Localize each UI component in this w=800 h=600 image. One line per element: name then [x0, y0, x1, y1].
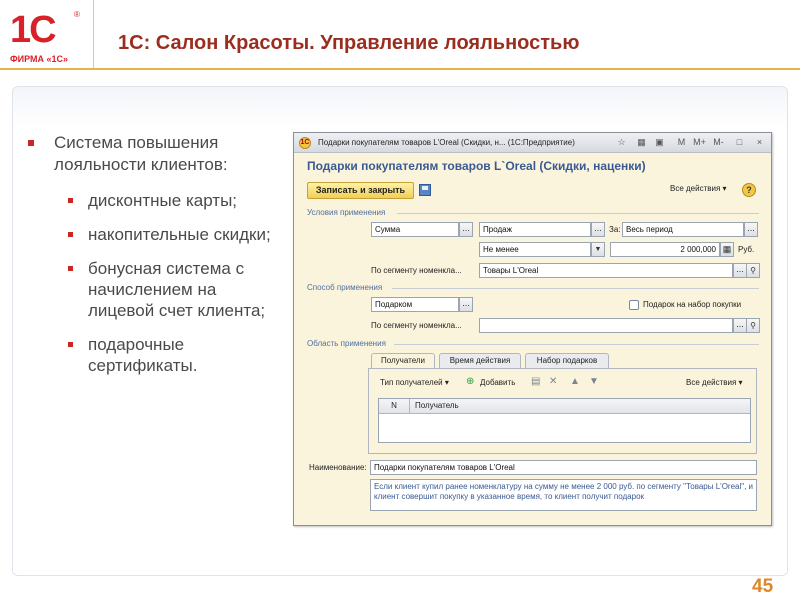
name-label: Наименование: [309, 463, 367, 472]
column-recipient[interactable]: Получатель [415, 399, 459, 413]
calculator-icon[interactable]: ▦ [635, 136, 648, 149]
condition-sum-field[interactable]: Сумма [371, 222, 459, 237]
select-button[interactable]: ... [459, 222, 473, 237]
dropdown-arrow-icon[interactable]: ▼ [591, 242, 605, 257]
app-1c-icon: 1С [299, 137, 311, 149]
segment-label: По сегменту номенкла... [371, 321, 462, 330]
tab-gift-set[interactable]: Набор подарков [525, 353, 609, 368]
calculator-icon[interactable]: ▦ [720, 242, 734, 257]
segment-field-2[interactable] [479, 318, 733, 333]
maximize-icon[interactable]: □ [733, 136, 746, 149]
gift-set-label: Подарок на набор покупки [643, 300, 742, 309]
favorite-star-icon[interactable]: ☆ [615, 136, 628, 149]
name-field[interactable]: Подарки покупателям товаров L'Oreal [370, 460, 757, 475]
all-actions-menu-2[interactable]: Все действия ▾ [686, 378, 743, 387]
search-icon[interactable]: ⚲ [746, 263, 760, 278]
section-divider [397, 213, 759, 214]
form-title: Подарки покупателям товаров L`Oreal (Ски… [307, 159, 646, 173]
calendar-icon[interactable]: ▣ [653, 136, 666, 149]
column-n[interactable]: N [379, 399, 410, 414]
gift-set-checkbox[interactable] [629, 300, 639, 310]
segment-label: По сегменту номенкла... [371, 266, 462, 275]
amount-field[interactable]: 2 000,000 [610, 242, 720, 257]
segment-field[interactable]: Товары L'Oreal [479, 263, 733, 278]
memory-minus-button[interactable]: M- [712, 136, 725, 149]
description-note[interactable]: Если клиент купил ранее номенклатуру на … [370, 479, 757, 511]
company-logo: 1С ® ФИРМА «1С» [8, 8, 88, 68]
period-field[interactable]: Весь период [622, 222, 744, 237]
sub-bullet-list: дисконтные карты; накопительные скидки; … [28, 190, 283, 376]
recipient-type-menu[interactable]: Тип получателей ▾ [380, 378, 449, 387]
copy-icon[interactable]: ▤ [531, 376, 540, 387]
select-button[interactable]: ... [744, 222, 758, 237]
slide-title: 1С: Салон Красоты. Управление лояльность… [118, 32, 580, 54]
tab-recipients[interactable]: Получатели [371, 353, 435, 368]
page-number: 45 [752, 576, 774, 597]
delete-icon[interactable]: ✕ [549, 376, 557, 387]
tab-validity-time[interactable]: Время действия [439, 353, 521, 368]
sub-bullet-item: дисконтные карты; [28, 190, 283, 211]
table-header: N Получатель [379, 399, 750, 414]
window-title: Подарки покупателям товаров L'Oreal (Ски… [318, 138, 575, 147]
header-separator [93, 0, 94, 68]
close-icon[interactable]: × [753, 136, 766, 149]
label-for: За: [609, 225, 621, 234]
move-down-icon[interactable]: ▼ [589, 376, 599, 387]
method-field[interactable]: Подарком [371, 297, 459, 312]
sub-bullet-item: бонусная система с начислением на лицево… [28, 258, 283, 321]
not-less-select[interactable]: Не менее [479, 242, 591, 257]
save-disk-icon[interactable] [419, 184, 431, 196]
help-icon[interactable]: ? [742, 183, 756, 197]
app-window: 1С Подарки покупателям товаров L'Oreal (… [293, 132, 772, 526]
search-icon[interactable]: ⚲ [746, 318, 760, 333]
logo-firm-text: ФИРМА «1С» [10, 54, 69, 64]
window-titlebar[interactable]: 1С Подарки покупателям товаров L'Oreal (… [294, 133, 771, 153]
currency-label: Руб. [738, 245, 755, 254]
recipients-table[interactable]: N Получатель [378, 398, 751, 443]
section-area: Область применения [307, 339, 386, 348]
all-actions-menu[interactable]: Все действия ▾ [670, 184, 727, 193]
header-divider [0, 68, 800, 70]
move-up-icon[interactable]: ▲ [570, 376, 580, 387]
add-icon[interactable]: ⊕ [466, 376, 474, 387]
memory-plus-button[interactable]: M+ [693, 136, 706, 149]
select-button[interactable]: ... [733, 318, 747, 333]
memory-m-button[interactable]: M [675, 136, 688, 149]
section-conditions: Условия применения [307, 208, 386, 217]
section-divider [392, 288, 759, 289]
sub-bullet-item: накопительные скидки; [28, 224, 283, 245]
bullet-main: Система повышения лояльности клиентов: [28, 132, 283, 176]
select-button[interactable]: ... [591, 222, 605, 237]
add-button[interactable]: Добавить [480, 378, 515, 387]
section-method: Способ применения [307, 283, 383, 292]
condition-sales-field[interactable]: Продаж [479, 222, 591, 237]
section-divider [394, 344, 759, 345]
select-button[interactable]: ... [459, 297, 473, 312]
select-button[interactable]: ... [733, 263, 747, 278]
bullet-list: Система повышения лояльности клиентов: д… [28, 132, 283, 389]
save-and-close-button[interactable]: Записать и закрыть [307, 182, 414, 199]
logo-1c-mark: 1С [10, 9, 57, 51]
logo-registered-mark: ® [74, 10, 80, 19]
sub-bullet-item: подарочные сертификаты. [28, 334, 283, 376]
